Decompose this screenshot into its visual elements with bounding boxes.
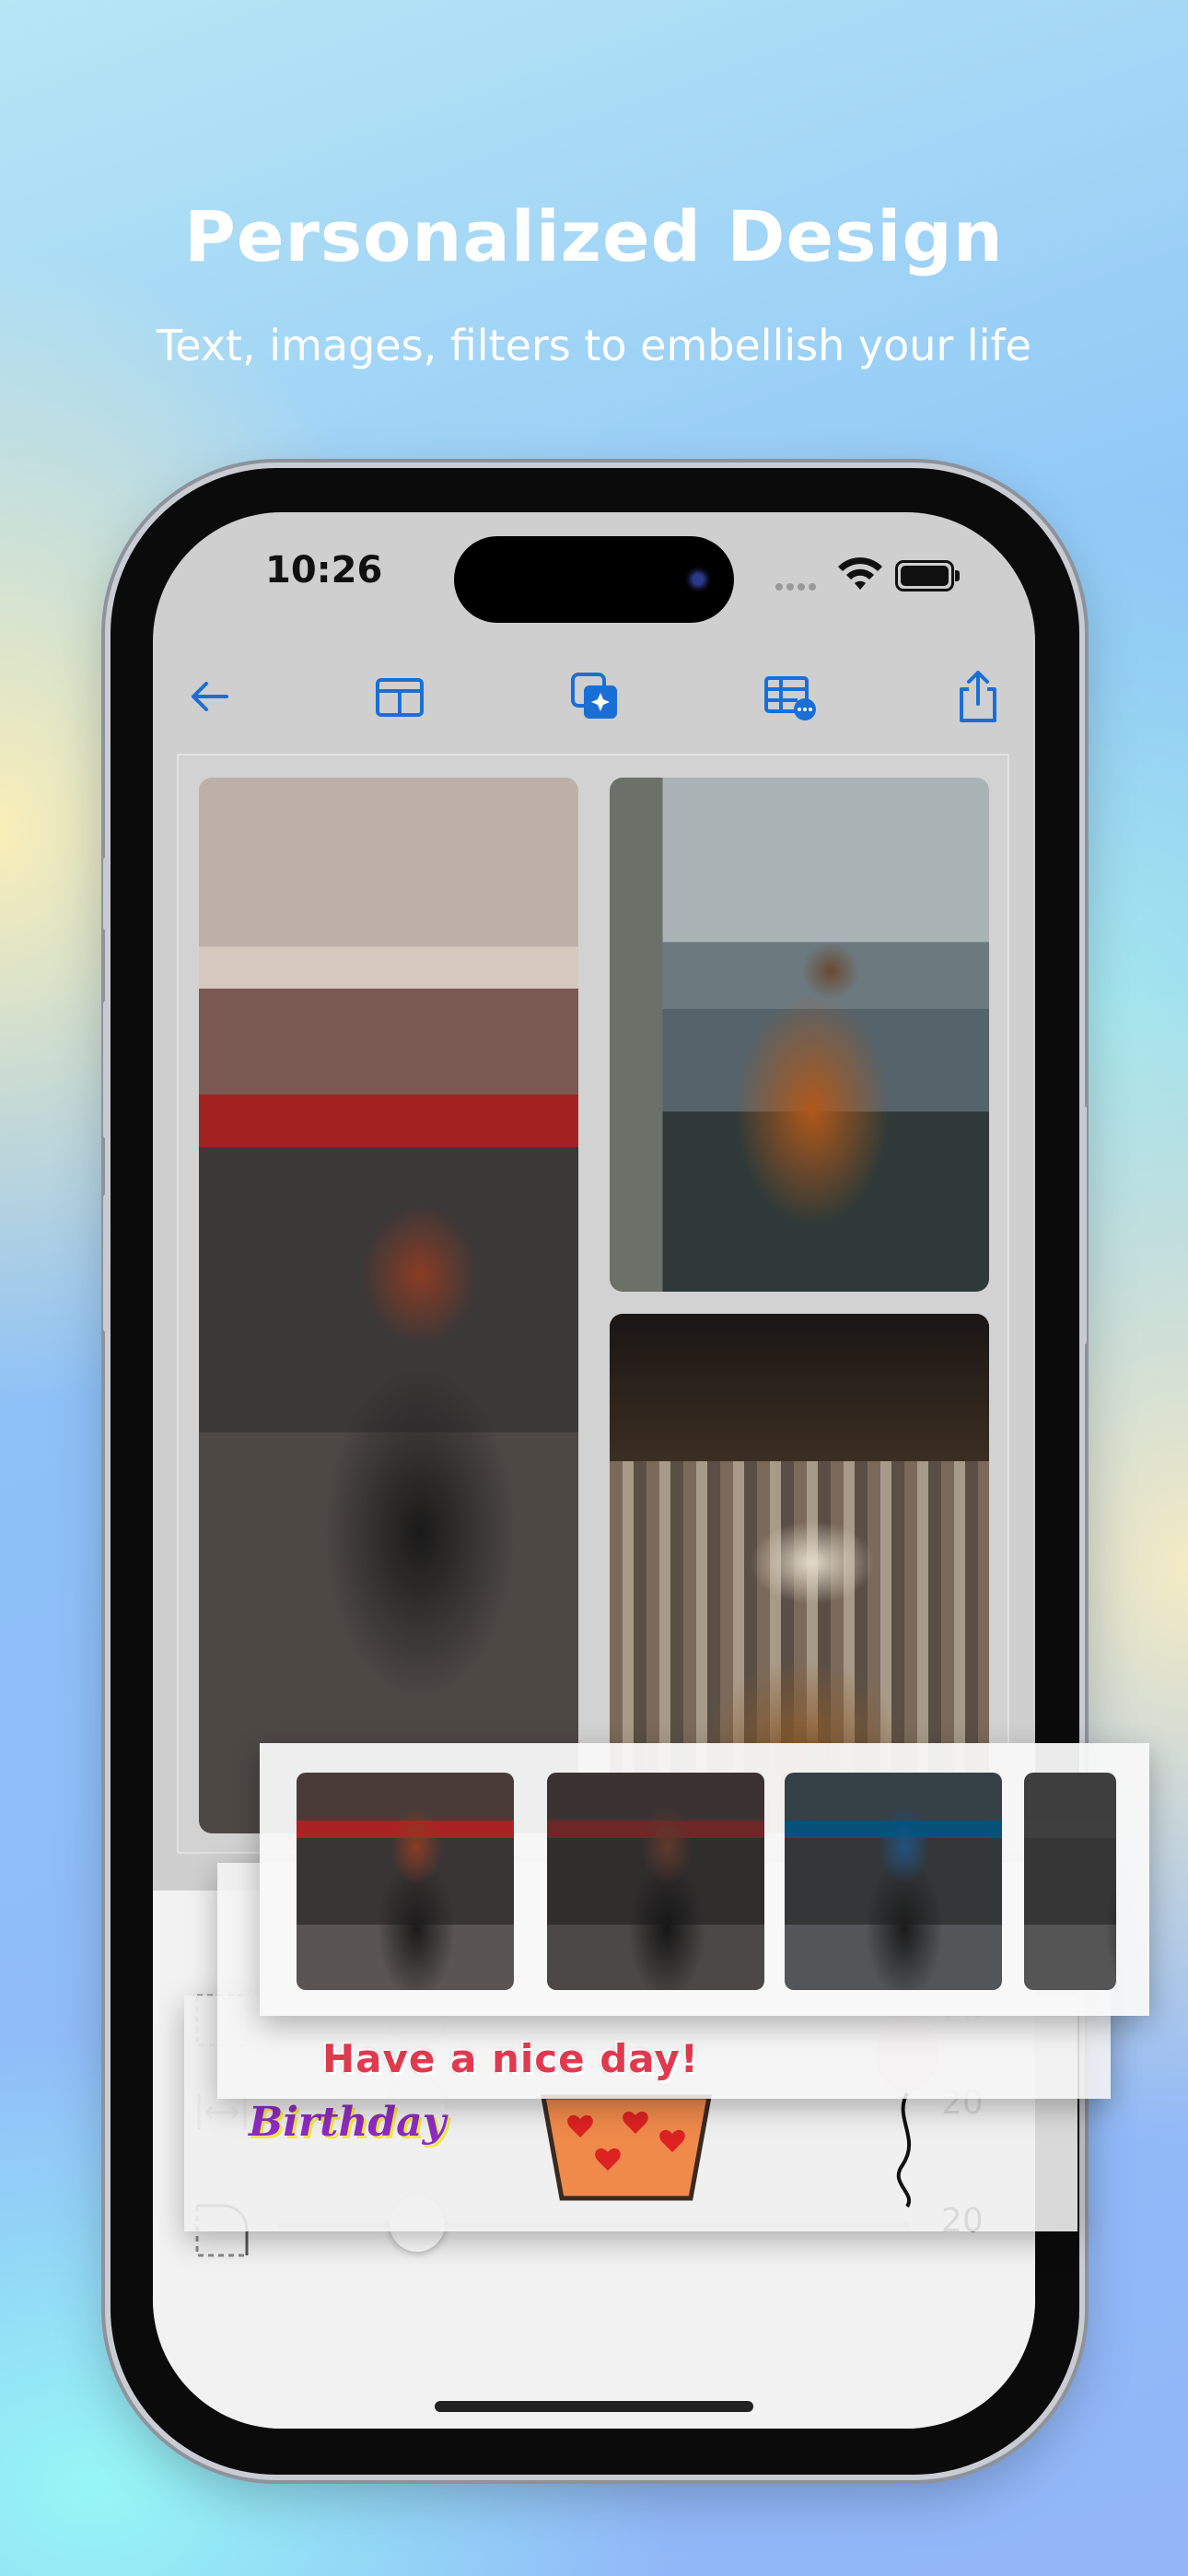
back-arrow-icon[interactable] [173, 660, 247, 733]
camera-icon [686, 568, 710, 591]
flower-pot-sticker[interactable] [534, 2091, 718, 2202]
status-time: 10:26 [265, 549, 383, 591]
layout-icon[interactable] [363, 660, 437, 733]
power-button [1079, 1106, 1087, 1345]
magic-image-icon[interactable] [558, 660, 632, 733]
collage-canvas[interactable] [179, 755, 1007, 1852]
battery-icon [895, 560, 960, 591]
collage-photo-woman-window[interactable] [610, 778, 989, 1292]
status-bar: 10:26 [153, 512, 1035, 641]
table-more-icon[interactable] [753, 660, 827, 733]
volume-down-button [103, 1194, 111, 1332]
header-subtitle: Text, images, filters to embellish your … [157, 321, 1031, 370]
wifi-icon [838, 557, 882, 590]
dynamic-island [454, 536, 734, 623]
filter-thumbnail-muted[interactable] [547, 1773, 764, 1990]
collage-photo-woman-station[interactable] [199, 778, 578, 1833]
home-indicator [435, 2401, 753, 2412]
cellular-signal-icon [775, 577, 820, 594]
silent-switch [103, 857, 111, 931]
birthday-sticker[interactable]: Birthday [249, 2099, 446, 2146]
filter-thumbnail-original[interactable] [297, 1773, 514, 1990]
filter-thumbnail-mono[interactable] [1024, 1773, 1116, 1990]
text-sticker[interactable]: Have a nice day! [322, 2036, 699, 2081]
volume-up-button [103, 1001, 111, 1139]
share-icon[interactable] [941, 660, 1015, 733]
editor-toolbar [153, 660, 1035, 752]
header-title: Personalized Design [184, 195, 1004, 277]
filter-thumbnail-cool[interactable] [785, 1773, 1002, 1990]
filter-strip-card [260, 1743, 1149, 2016]
